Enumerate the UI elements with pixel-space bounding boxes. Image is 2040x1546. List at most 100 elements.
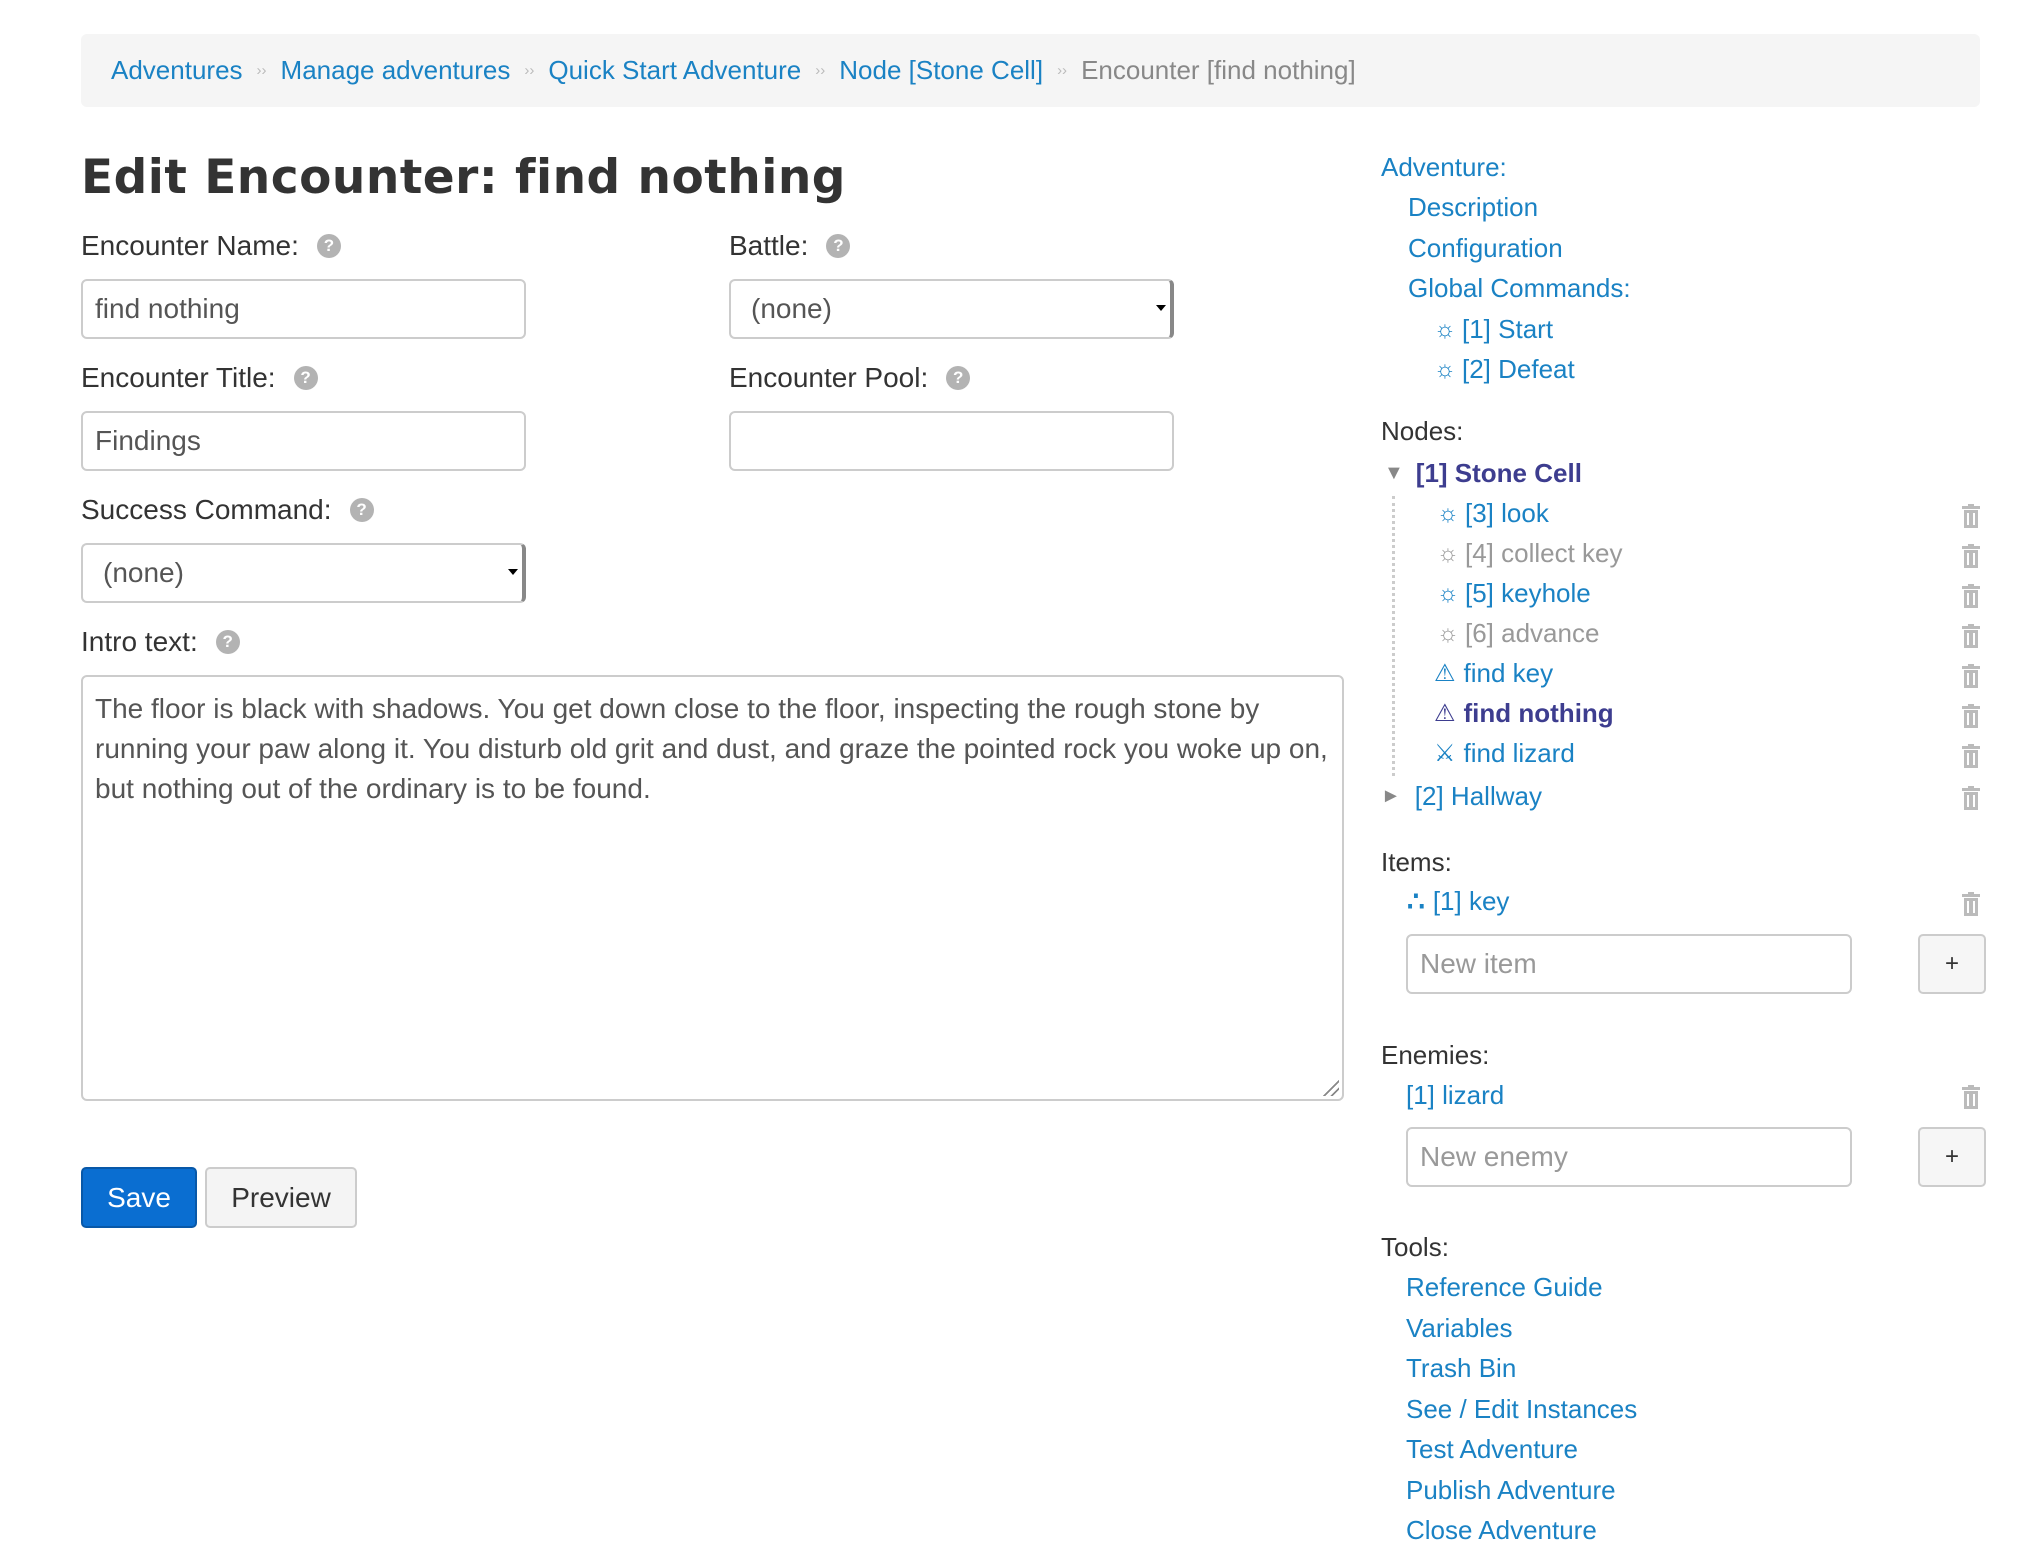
encounter-title-input[interactable]: Findings — [81, 411, 526, 471]
help-icon[interactable]: ? — [215, 630, 240, 654]
encounter-pool-label-text: Encounter Pool: — [729, 362, 929, 393]
encounter-pool-label: Encounter Pool: ? — [729, 362, 971, 394]
node-child-advance[interactable]: ☼ [6] advance — [1437, 618, 1599, 649]
trash-icon[interactable] — [1961, 584, 1981, 608]
enemy-lizard[interactable]: [1] lizard — [1406, 1080, 1504, 1111]
success-command-label-text: Success Command: — [81, 494, 332, 525]
node-child-find-lizard[interactable]: ⚔ find lizard — [1434, 738, 1575, 769]
node-hallway[interactable]: ► [2] Hallway — [1381, 781, 1542, 812]
node-stone-cell-label[interactable]: [1] Stone Cell — [1416, 458, 1582, 489]
enemies-heading: Enemies: — [1381, 1040, 1490, 1070]
gear-icon: ☼ — [1434, 355, 1456, 383]
resize-handle-icon[interactable] — [1321, 1078, 1339, 1096]
tool-variables[interactable]: Variables — [1406, 1313, 1512, 1344]
intro-text-label-text: Intro text: — [81, 626, 198, 657]
battle-select-value: (none) — [751, 293, 832, 324]
success-command-select-value: (none) — [103, 557, 184, 588]
breadcrumb: Adventures ›› Manage adventures ›› Quick… — [81, 34, 1980, 107]
adventure-heading-link[interactable]: Adventure: — [1381, 152, 1507, 182]
node-child-find-key[interactable]: ⚠ find key — [1434, 658, 1553, 689]
trash-icon[interactable] — [1961, 704, 1981, 728]
collapsed-icon[interactable]: ► — [1381, 785, 1401, 808]
add-enemy-button[interactable]: + — [1918, 1127, 1986, 1187]
gear-icon: ☼ — [1437, 539, 1459, 567]
save-button[interactable]: Save — [81, 1167, 197, 1228]
node-child-find-nothing-label[interactable]: find nothing — [1464, 698, 1614, 729]
battle-select[interactable]: (none) — [729, 279, 1174, 339]
help-icon[interactable]: ? — [349, 498, 374, 522]
node-child-look[interactable]: ☼ [3] look — [1437, 498, 1549, 529]
global-command-defeat-label[interactable]: [2] Defeat — [1462, 354, 1575, 385]
sidebar-description-link[interactable]: Description — [1408, 192, 1538, 223]
tools-heading: Tools: — [1381, 1232, 1449, 1262]
encounter-title-value: Findings — [95, 425, 201, 456]
help-icon[interactable]: ? — [293, 366, 318, 390]
sidebar-configuration-link[interactable]: Configuration — [1408, 233, 1563, 264]
help-icon[interactable]: ? — [316, 234, 341, 258]
gear-icon: ☼ — [1437, 499, 1459, 527]
tree-line — [1392, 496, 1395, 776]
breadcrumb-quick-start-adventure[interactable]: Quick Start Adventure — [548, 55, 801, 86]
adventure-heading[interactable]: Adventure: — [1381, 152, 1507, 183]
preview-button[interactable]: Preview — [205, 1167, 357, 1228]
node-child-keyhole[interactable]: ☼ [5] keyhole — [1437, 578, 1591, 609]
breadcrumb-separator: ›› — [524, 62, 535, 79]
global-command-start-label[interactable]: [1] Start — [1462, 314, 1553, 345]
intro-text-textarea[interactable]: The floor is black with shadows. You get… — [81, 675, 1344, 1101]
trash-icon[interactable] — [1961, 544, 1981, 568]
new-enemy-input[interactable]: New enemy — [1406, 1127, 1852, 1187]
expanded-icon[interactable]: ▼ — [1384, 462, 1404, 485]
breadcrumb-separator: ›› — [1057, 62, 1068, 79]
node-child-collect-key[interactable]: ☼ [4] collect key — [1437, 538, 1623, 569]
breadcrumb-node-stone-cell[interactable]: Node [Stone Cell] — [839, 55, 1043, 86]
trash-icon[interactable] — [1961, 1085, 1981, 1109]
chevron-down-icon — [508, 569, 518, 575]
chevron-down-icon — [1156, 305, 1166, 311]
sidebar-global-commands-link[interactable]: Global Commands: — [1408, 273, 1631, 304]
intro-text-value: The floor is black with shadows. You get… — [95, 693, 1328, 804]
node-child-keyhole-label[interactable]: [5] keyhole — [1465, 578, 1591, 609]
item-key-label[interactable]: [1] key — [1433, 886, 1510, 917]
new-enemy-placeholder: New enemy — [1420, 1141, 1568, 1172]
encounter-pool-input[interactable] — [729, 411, 1174, 471]
tool-publish-adventure[interactable]: Publish Adventure — [1406, 1475, 1616, 1506]
trash-icon[interactable] — [1961, 744, 1981, 768]
trash-icon[interactable] — [1961, 664, 1981, 688]
warning-icon: ⚠ — [1434, 700, 1456, 727]
tool-close-adventure[interactable]: Close Adventure — [1406, 1515, 1597, 1546]
help-icon[interactable]: ? — [946, 366, 971, 390]
node-child-find-key-label[interactable]: find key — [1464, 658, 1554, 689]
encounter-title-label-text: Encounter Title: — [81, 362, 276, 393]
global-command-defeat[interactable]: ☼ [2] Defeat — [1434, 354, 1575, 385]
success-command-select[interactable]: (none) — [81, 543, 526, 603]
node-child-collect-key-label[interactable]: [4] collect key — [1465, 538, 1623, 569]
trash-icon[interactable] — [1961, 624, 1981, 648]
global-command-start[interactable]: ☼ [1] Start — [1434, 314, 1553, 345]
help-icon[interactable]: ? — [826, 234, 851, 258]
breadcrumb-adventures[interactable]: Adventures — [111, 55, 243, 86]
item-key[interactable]: ∴ [1] key — [1407, 885, 1509, 918]
add-item-button[interactable]: + — [1918, 934, 1986, 994]
node-child-find-lizard-label[interactable]: find lizard — [1464, 738, 1575, 769]
trash-icon[interactable] — [1961, 504, 1981, 528]
tool-test-adventure[interactable]: Test Adventure — [1406, 1434, 1578, 1465]
new-item-input[interactable]: New item — [1406, 934, 1852, 994]
swords-icon: ⚔ — [1434, 740, 1456, 767]
encounter-name-input[interactable]: find nothing — [81, 279, 526, 339]
breadcrumb-manage-adventures[interactable]: Manage adventures — [281, 55, 511, 86]
trash-icon[interactable] — [1961, 786, 1981, 810]
tool-see-edit-instances[interactable]: See / Edit Instances — [1406, 1394, 1637, 1425]
nodes-heading: Nodes: — [1381, 416, 1464, 446]
node-child-find-nothing[interactable]: ⚠ find nothing — [1434, 698, 1614, 729]
node-hallway-label[interactable]: [2] Hallway — [1415, 781, 1542, 812]
page-title: Edit Encounter: find nothing — [81, 150, 846, 205]
trash-icon[interactable] — [1961, 892, 1981, 916]
encounter-name-value: find nothing — [95, 293, 240, 324]
item-icon: ∴ — [1407, 886, 1425, 917]
tool-reference-guide[interactable]: Reference Guide — [1406, 1272, 1603, 1303]
tool-trash-bin[interactable]: Trash Bin — [1406, 1353, 1516, 1384]
node-stone-cell[interactable]: ▼ [1] Stone Cell — [1384, 458, 1582, 489]
node-child-advance-label[interactable]: [6] advance — [1465, 618, 1599, 649]
node-child-look-label[interactable]: [3] look — [1465, 498, 1549, 529]
success-command-label: Success Command: ? — [81, 494, 374, 526]
